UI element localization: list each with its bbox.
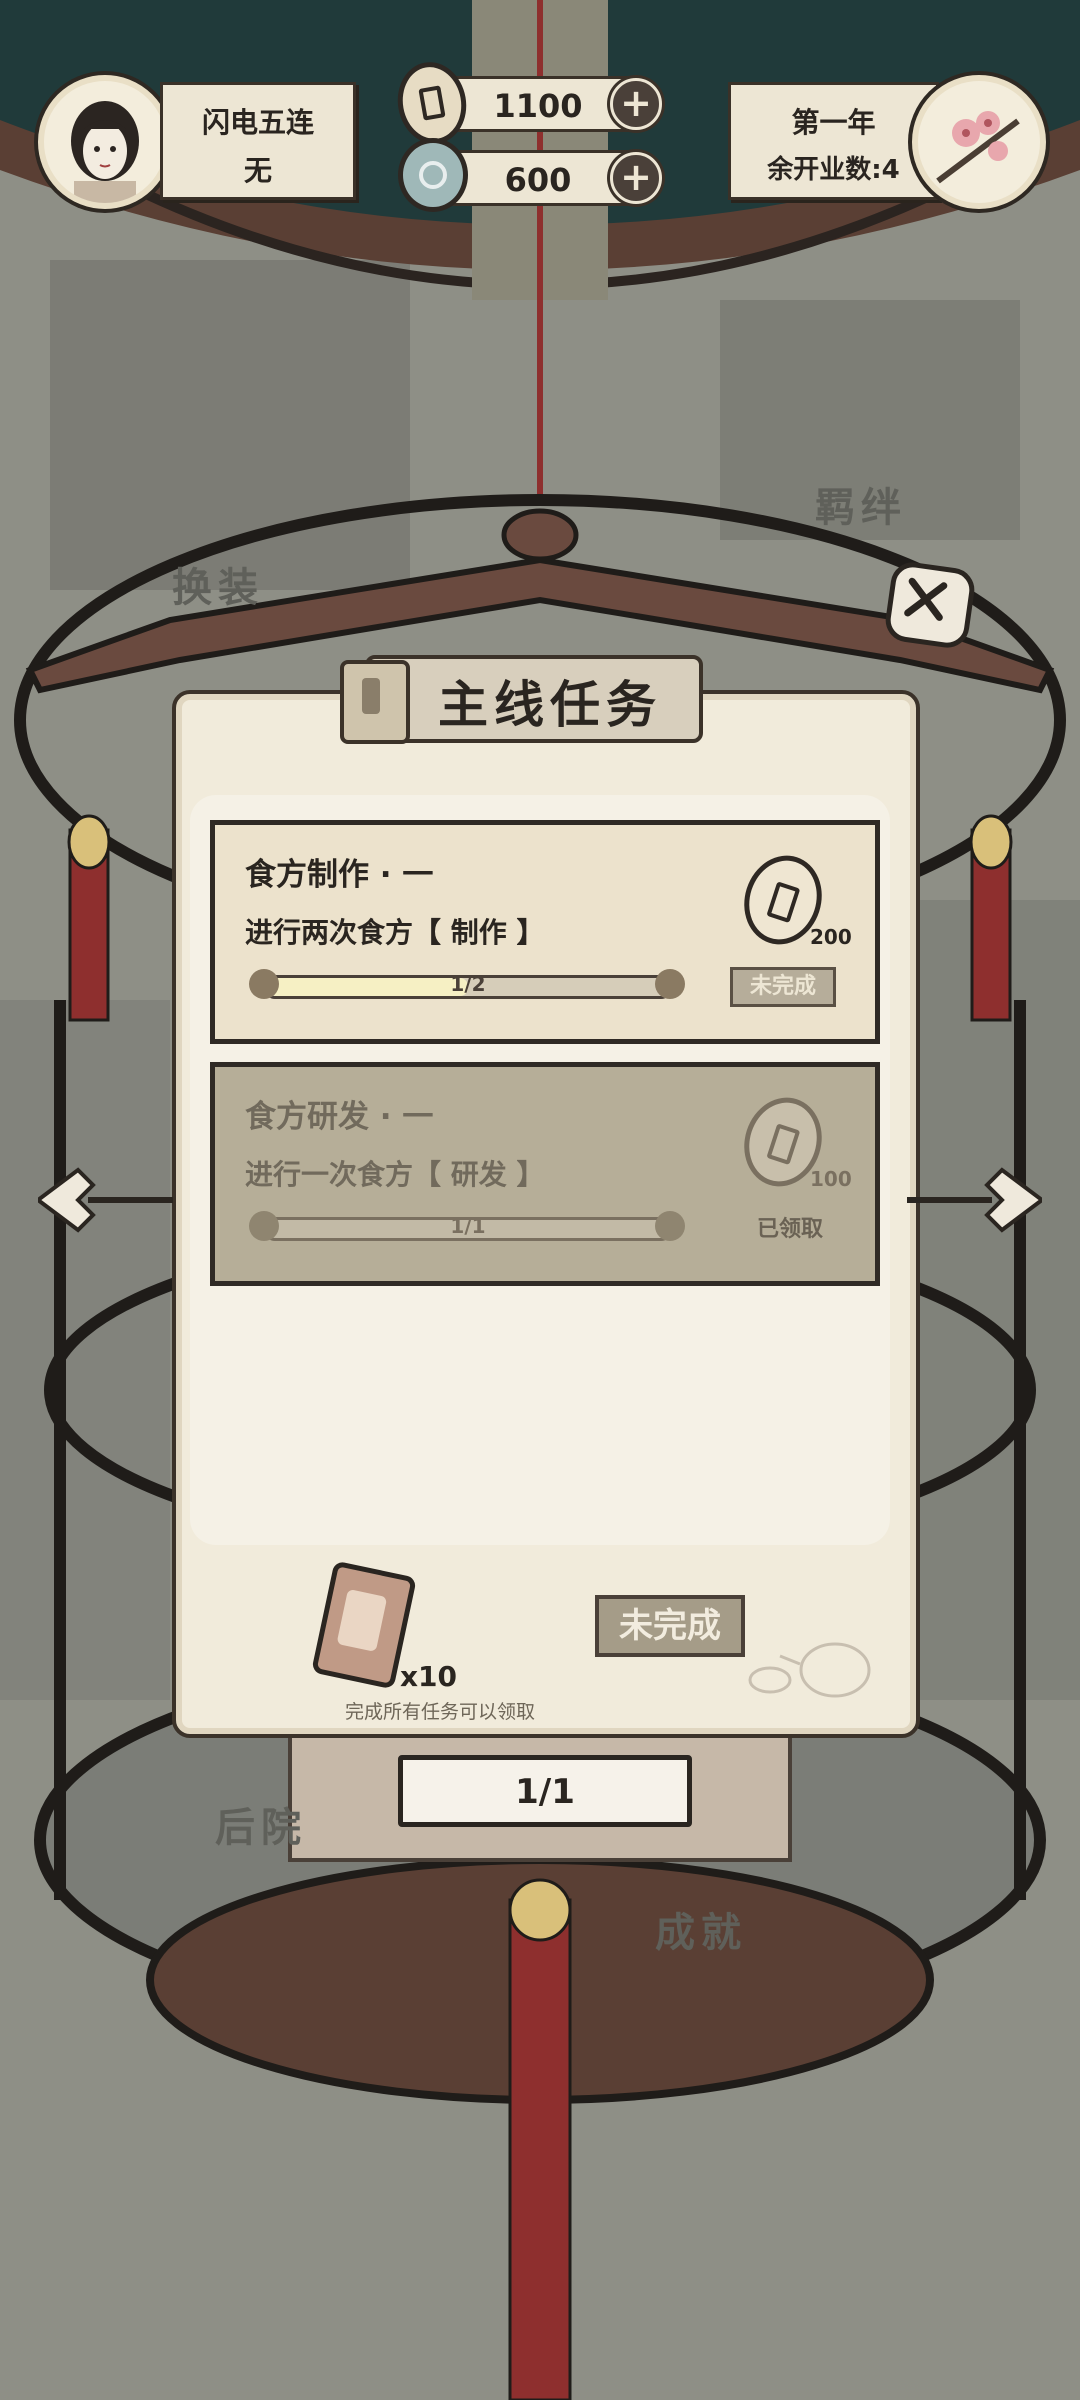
teapot-decoration-icon (748, 1642, 871, 1698)
task-description: 进行两次食方【 制作 】 (245, 916, 545, 949)
task-progress-bar: 1/1 (265, 1214, 671, 1241)
panel-title: 主线任务 (438, 676, 662, 734)
add-coins-button[interactable]: + (610, 78, 662, 130)
close-icon (904, 577, 948, 621)
coin-amount: 1100 (493, 87, 583, 125)
progress-start-knob-icon (249, 969, 279, 999)
claim-all-button[interactable]: 未完成 (595, 1595, 745, 1657)
outfit-button[interactable]: 换装 (172, 555, 264, 613)
year-label: 第一年 (791, 106, 876, 139)
add-jade-button[interactable]: + (610, 152, 662, 204)
final-reward-note: 完成所有任务可以领取 (344, 1701, 535, 1723)
close-button[interactable] (882, 559, 978, 651)
task-description: 进行一次食方【 研发 】 (245, 1158, 545, 1191)
task-status-label: 已领取 (756, 1217, 823, 1242)
page-indicator: 1/1 (398, 1755, 692, 1827)
task-reward-amount: 100 (810, 1167, 852, 1191)
task-card[interactable]: 食方研发 · 一 进行一次食方【 研发 】 1/1 100 已领取 (210, 1062, 880, 1286)
player-avatar[interactable] (38, 75, 172, 209)
task-progress-text: 1/2 (450, 972, 486, 996)
jade-counter: 600 (440, 150, 636, 206)
right-arrow-icon (907, 1167, 1046, 1233)
player-title: 闪电五连 (201, 106, 314, 139)
season-info-box: 第一年 余开业数:4 (728, 82, 939, 200)
task-progress-bar: 1/2 (265, 972, 671, 999)
backyard-button[interactable]: 后院 (215, 1795, 307, 1853)
plum-blossom-icon (936, 111, 1020, 184)
remaining-business-label: 余开业数:4 (767, 155, 900, 185)
task-name: 食方制作 · 一 (245, 857, 434, 893)
task-status-button[interactable]: 未完成 (730, 967, 836, 1007)
task-card[interactable]: 食方制作 · 一 进行两次食方【 制作 】 1/2 200 未完成 (210, 820, 880, 1044)
jade-amount: 600 (504, 161, 572, 199)
previous-page-button[interactable] (34, 1165, 178, 1235)
progress-start-knob-icon (249, 1211, 279, 1241)
jade-icon (398, 138, 468, 212)
left-arrow-icon (34, 1167, 173, 1233)
achievement-button[interactable]: 成就 (655, 1900, 747, 1958)
final-reward-count: x10 (400, 1660, 458, 1693)
task-name: 食方研发 · 一 (245, 1099, 434, 1135)
progress-end-knob-icon (655, 1211, 685, 1241)
coin-counter: 1100 (440, 76, 636, 132)
next-page-button[interactable] (902, 1165, 1046, 1235)
bond-button[interactable]: 羁绊 (815, 475, 907, 533)
task-progress-text: 1/1 (450, 1214, 486, 1238)
scroll-icon (340, 660, 410, 744)
player-subtitle: 无 (243, 154, 272, 187)
season-emblem[interactable] (912, 75, 1046, 209)
task-reward-amount: 200 (810, 925, 852, 949)
page-indicator-text: 1/1 (515, 1772, 575, 1812)
character-portrait-icon (71, 101, 139, 203)
progress-end-knob-icon (655, 969, 685, 999)
player-info-box: 闪电五连 无 (160, 82, 356, 200)
